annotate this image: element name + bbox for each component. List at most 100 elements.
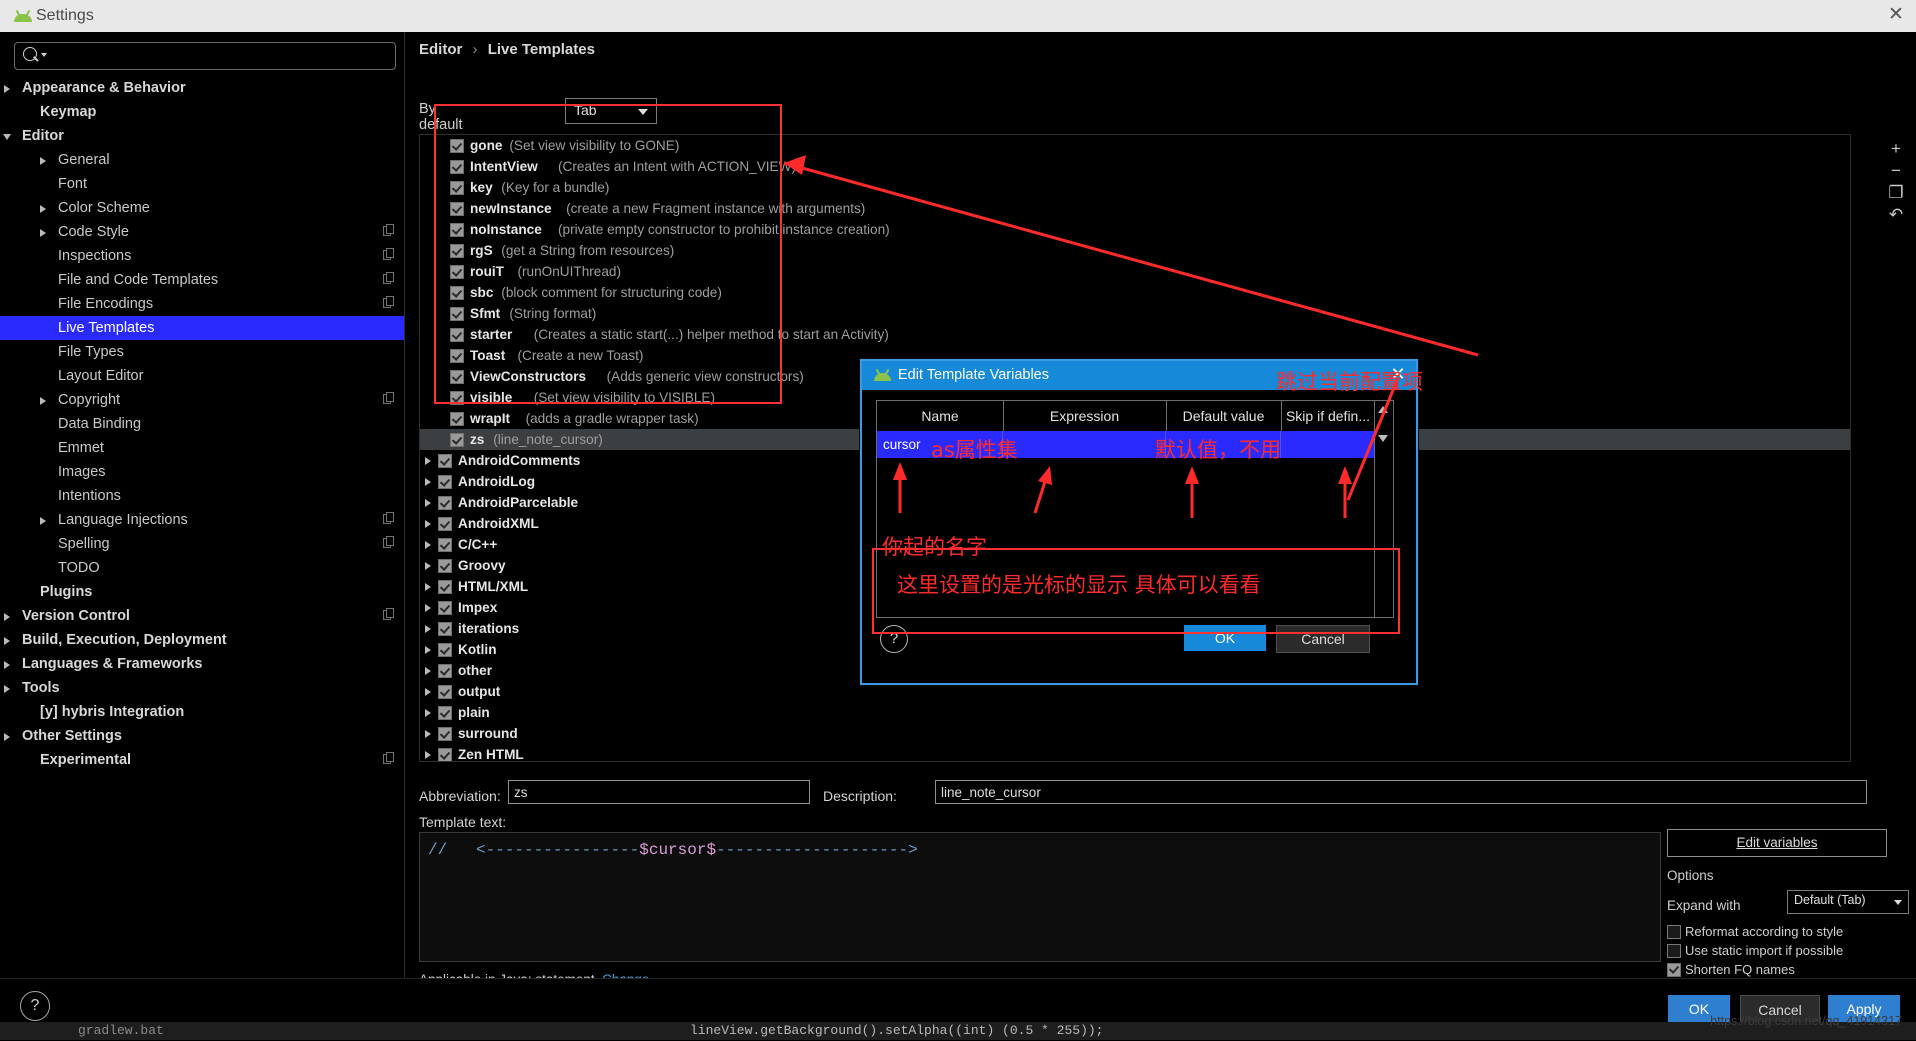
sidebar-item-font[interactable]: Font (0, 172, 404, 196)
copy-template-button[interactable]: ❐ (1885, 182, 1907, 204)
sidebar-item-language-injections[interactable]: Language Injections (0, 508, 404, 532)
template-checkbox[interactable] (450, 433, 464, 447)
variables-table[interactable]: Name Expression Default value Skip if de… (876, 400, 1394, 618)
sidebar-item-plugins[interactable]: Plugins (0, 580, 404, 604)
option-checkbox-0[interactable]: Reformat according to style (1667, 924, 1843, 939)
template-row[interactable]: sbc (block comment for structuring code) (420, 282, 1850, 303)
sidebar-item-version-control[interactable]: Version Control (0, 604, 404, 628)
template-row[interactable]: gone (Set view visibility to GONE) (420, 135, 1850, 156)
template-checkbox[interactable] (438, 496, 452, 510)
template-text-editor[interactable]: // <----------------$cursor$------------… (419, 832, 1661, 962)
sidebar-item-inspections[interactable]: Inspections (0, 244, 404, 268)
chevron-right-icon[interactable] (40, 397, 46, 405)
chevron-right-icon[interactable] (425, 730, 431, 738)
chevron-right-icon[interactable] (425, 646, 431, 654)
restore-defaults-button[interactable]: ↶ (1885, 204, 1907, 226)
sidebar-item-appearance-behavior[interactable]: Appearance & Behavior (0, 76, 404, 100)
edit-variables-button[interactable]: Edit variables (1667, 829, 1887, 857)
chevron-right-icon[interactable] (425, 562, 431, 570)
chevron-right-icon[interactable] (425, 499, 431, 507)
template-row[interactable]: surround (420, 723, 1850, 744)
template-checkbox[interactable] (450, 328, 464, 342)
sidebar-item-tools[interactable]: Tools (0, 676, 404, 700)
chevron-down-icon[interactable] (3, 134, 11, 140)
copy-config-icon[interactable] (383, 392, 394, 406)
template-checkbox[interactable] (438, 622, 452, 636)
template-row[interactable]: rgS (get a String from resources) (420, 240, 1850, 261)
template-checkbox[interactable] (450, 286, 464, 300)
sidebar-item-data-binding[interactable]: Data Binding (0, 412, 404, 436)
sidebar-item-experimental[interactable]: Experimental (0, 748, 404, 772)
chevron-right-icon[interactable] (425, 751, 431, 759)
copy-config-icon[interactable] (383, 224, 394, 238)
template-checkbox[interactable] (450, 265, 464, 279)
template-checkbox[interactable] (438, 685, 452, 699)
template-checkbox[interactable] (450, 391, 464, 405)
sidebar-item-other-settings[interactable]: Other Settings (0, 724, 404, 748)
help-icon[interactable]: ? (20, 991, 50, 1021)
template-row[interactable]: noInstance (private empty constructor to … (420, 219, 1850, 240)
sidebar-item-file-types[interactable]: File Types (0, 340, 404, 364)
sidebar-item-layout-editor[interactable]: Layout Editor (0, 364, 404, 388)
sidebar-item-images[interactable]: Images (0, 460, 404, 484)
dialog-help-icon[interactable]: ? (880, 625, 908, 653)
chevron-right-icon[interactable] (4, 85, 10, 93)
cell-expression[interactable] (1003, 431, 1166, 458)
chevron-right-icon[interactable] (425, 541, 431, 549)
template-checkbox[interactable] (450, 223, 464, 237)
cell-name[interactable]: cursor (877, 431, 1003, 458)
copy-config-icon[interactable] (383, 248, 394, 262)
copy-config-icon[interactable] (383, 272, 394, 286)
sidebar-item-keymap[interactable]: Keymap (0, 100, 404, 124)
sidebar-item-general[interactable]: General (0, 148, 404, 172)
chevron-right-icon[interactable] (4, 637, 10, 645)
sidebar-item-editor[interactable]: Editor (0, 124, 404, 148)
chevron-right-icon[interactable] (425, 667, 431, 675)
options-expand-with-dropdown[interactable]: Default (Tab) (1787, 890, 1909, 914)
chevron-right-icon[interactable] (425, 625, 431, 633)
chevron-right-icon[interactable] (40, 157, 46, 165)
template-checkbox[interactable] (438, 538, 452, 552)
chevron-right-icon[interactable] (4, 733, 10, 741)
template-checkbox[interactable] (438, 601, 452, 615)
sidebar-item-build-execution-deployment[interactable]: Build, Execution, Deployment (0, 628, 404, 652)
chevron-right-icon[interactable] (40, 517, 46, 525)
template-checkbox[interactable] (438, 727, 452, 741)
template-row[interactable]: newInstance (create a new Fragment instan… (420, 198, 1850, 219)
sidebar-item-spelling[interactable]: Spelling (0, 532, 404, 556)
template-row[interactable]: Sfmt (String format) (420, 303, 1850, 324)
template-checkbox[interactable] (438, 664, 452, 678)
sidebar-item-copyright[interactable]: Copyright (0, 388, 404, 412)
chevron-right-icon[interactable] (425, 604, 431, 612)
sidebar-item-todo[interactable]: TODO (0, 556, 404, 580)
remove-template-button[interactable]: − (1885, 160, 1907, 182)
template-checkbox[interactable] (450, 244, 464, 258)
add-template-button[interactable]: + (1885, 138, 1907, 160)
copy-config-icon[interactable] (383, 608, 394, 622)
chevron-right-icon[interactable] (425, 709, 431, 717)
chevron-right-icon[interactable] (4, 613, 10, 621)
copy-config-icon[interactable] (383, 512, 394, 526)
template-checkbox[interactable] (450, 181, 464, 195)
chevron-right-icon[interactable] (425, 457, 431, 465)
template-checkbox[interactable] (450, 370, 464, 384)
abbreviation-input[interactable] (508, 780, 810, 804)
option-checkbox-2[interactable]: Shorten FQ names (1667, 962, 1795, 977)
table-scrollbar[interactable] (1374, 401, 1393, 617)
sidebar-item-file-encodings[interactable]: File Encodings (0, 292, 404, 316)
dialog-cancel-button[interactable]: Cancel (1276, 625, 1370, 653)
template-checkbox[interactable] (438, 643, 452, 657)
breadcrumb-root[interactable]: Editor (419, 41, 462, 58)
template-checkbox[interactable] (438, 475, 452, 489)
template-row[interactable]: starter (Creates a static start(...) help… (420, 324, 1850, 345)
chevron-right-icon[interactable] (4, 685, 10, 693)
chevron-right-icon[interactable] (425, 688, 431, 696)
template-row[interactable]: plain (420, 702, 1850, 723)
sidebar-item-live-templates[interactable]: Live Templates (0, 316, 404, 340)
chevron-right-icon[interactable] (425, 583, 431, 591)
chevron-right-icon[interactable] (425, 520, 431, 528)
sidebar-item-file-and-code-templates[interactable]: File and Code Templates (0, 268, 404, 292)
template-checkbox[interactable] (438, 454, 452, 468)
chevron-right-icon[interactable] (425, 478, 431, 486)
table-row[interactable]: cursor (877, 431, 1393, 458)
